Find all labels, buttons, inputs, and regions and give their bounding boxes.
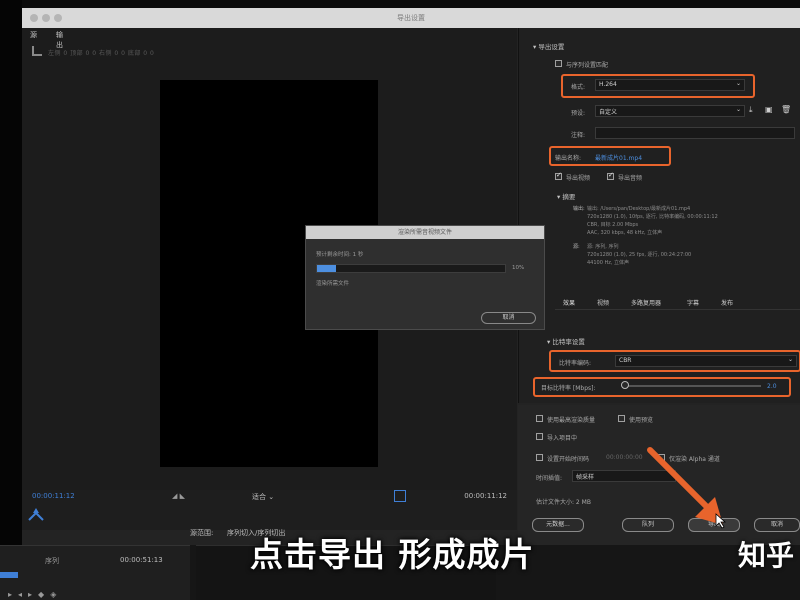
preset-dropdown[interactable]: 自定义 ⌄: [595, 105, 745, 117]
target-bitrate-value[interactable]: 2.0: [767, 383, 777, 390]
summary-heading: ▾ 摘要: [557, 193, 576, 201]
crop-toolbar: 左侧 0 顶部 0 0 右侧 0 0 底部 0 0: [30, 46, 510, 60]
settings-tabs: 效果 视频 多路复用器 字幕 发布: [555, 290, 800, 310]
render-progress-bar: [316, 264, 506, 273]
summary-output-line: 输出: /Users/pan/Desktop/最新成片01.mp4: [587, 206, 691, 212]
format-label: 格式:: [571, 84, 586, 91]
cancel-button[interactable]: 取消: [754, 518, 800, 532]
summary-source-key: 源:: [573, 244, 580, 250]
start-timecode-value[interactable]: 00:00:00:00: [606, 454, 643, 461]
dialog-cancel-button[interactable]: 取消: [481, 312, 536, 324]
tab-video[interactable]: 视频: [597, 298, 609, 307]
source-range-label: 源范围:: [190, 529, 214, 537]
summary-output-line: CBR, 目标 2.00 Mbps: [587, 222, 639, 228]
bitrate-section-title: 比特率设置: [552, 338, 585, 346]
render-status: 渲染所需文件: [316, 281, 350, 287]
render-progress-fill: [317, 265, 336, 272]
tab-captions[interactable]: 字幕: [687, 298, 699, 307]
chevron-down-icon: ⌄: [735, 106, 741, 113]
summary-title: 摘要: [562, 193, 576, 201]
tab-publish[interactable]: 发布: [721, 298, 733, 307]
summary-output-key: 输出:: [573, 206, 585, 212]
bitrate-heading: ▾ 比特率设置: [547, 338, 585, 346]
output-name-link[interactable]: 最新成片01.mp4: [595, 153, 642, 162]
tab-multiplexer[interactable]: 多路复用器: [631, 298, 661, 307]
export-settings-panel: ▾ 导出设置 与序列设置匹配 格式: H.264 ⌄ 预设: 自定义 ⌄ ⤓ ▣…: [518, 28, 800, 403]
use-previews-checkbox[interactable]: [618, 415, 625, 422]
title-bar: 导出设置: [22, 8, 800, 28]
max-render-quality-label: 使用最高渲染质量: [547, 417, 596, 424]
target-bitrate-label: 目标比特率 [Mbps]:: [541, 385, 596, 392]
chevron-down-icon: ⌄: [735, 80, 741, 87]
program-monitor-strip: 序列 00:00:51:13 ▸◂▸◆◈: [0, 545, 190, 600]
start-timecode-label: 设置开始时间码: [547, 456, 590, 463]
summary-output-line: AAC, 320 kbps, 48 kHz, 立体声: [587, 230, 663, 236]
metadata-button[interactable]: 元数据...: [532, 518, 584, 532]
current-time[interactable]: 00:00:11:12: [32, 492, 75, 500]
target-bitrate-slider[interactable]: [621, 381, 629, 389]
start-timecode-checkbox[interactable]: [536, 454, 543, 461]
comment-input[interactable]: [595, 127, 795, 139]
import-preset-icon[interactable]: ▣: [765, 105, 773, 114]
summary-source-line: 源: 序列, 序列: [587, 244, 619, 250]
preset-label: 预设:: [571, 110, 586, 117]
import-project-label: 导入项目中: [547, 435, 578, 442]
format-dropdown[interactable]: H.264 ⌄: [595, 79, 745, 91]
sequence-time: 00:00:51:13: [120, 556, 163, 564]
export-audio-label: 导出音频: [618, 175, 643, 182]
timeline-bar: [0, 572, 18, 578]
window-title: 导出设置: [397, 14, 425, 22]
fit-label: 适合: [252, 493, 266, 501]
playback-controls-icon[interactable]: ▸◂▸◆◈: [8, 590, 62, 599]
export-audio-checkbox[interactable]: [607, 171, 614, 180]
preview-timeline: 00:00:11:12 ◢ ◣ 适合 ⌄ 00:00:11:12 源范围: 序列…: [22, 490, 517, 537]
subtitle-caption: 点击导出 形成成片: [250, 535, 535, 574]
bitrate-encoding-value: CBR: [619, 357, 632, 364]
playhead-icon[interactable]: [394, 490, 406, 502]
comment-label: 注释:: [571, 132, 586, 139]
export-settings-heading: ▾ 导出设置: [533, 43, 565, 51]
match-sequence-label: 与序列设置匹配: [566, 62, 609, 69]
tab-source[interactable]: 源: [30, 30, 37, 40]
remaining-time: 预计剩余时间: 1 秒: [316, 252, 364, 258]
bitrate-encoding-dropdown[interactable]: CBR ⌄: [615, 355, 797, 367]
duration-time: 00:00:11:12: [464, 492, 507, 500]
output-name-label: 输出名称:: [555, 155, 582, 162]
max-render-quality-checkbox[interactable]: [536, 415, 543, 422]
match-sequence-checkbox[interactable]: [555, 60, 562, 67]
bitrate-encoding-label: 比特率编码:: [559, 360, 592, 367]
cursor-icon: [715, 513, 727, 529]
chevron-down-icon: ⌄: [787, 356, 793, 363]
import-project-checkbox[interactable]: [536, 433, 543, 440]
save-preset-icon[interactable]: ⤓: [749, 105, 753, 115]
summary-output-line: 720x1280 (1.0), 10fps, 逐行, 比特率编码, 00:00:…: [587, 214, 718, 220]
time-interp-value: 帧采样: [576, 474, 595, 481]
preset-value: 自定义: [599, 109, 618, 116]
fit-dropdown[interactable]: 适合 ⌄: [252, 492, 274, 502]
est-file-size: 估计文件大小: 2 MB: [536, 499, 591, 506]
sequence-label: 序列: [45, 557, 59, 565]
export-video-checkbox[interactable]: [555, 171, 562, 180]
render-percent: 10%: [512, 265, 525, 271]
use-previews-label: 使用预览: [629, 417, 654, 424]
delete-preset-icon[interactable]: 🗑: [781, 105, 791, 114]
left-panel-strip: [0, 0, 22, 545]
export-settings-title: 导出设置: [538, 43, 565, 51]
summary-source-line: 720x1280 (1.0), 25 fps, 逐行, 00:24:27:00: [587, 252, 692, 258]
format-value: H.264: [599, 81, 617, 88]
target-bitrate-track: [625, 385, 761, 387]
range-handle-icon[interactable]: [25, 506, 47, 522]
crop-icon[interactable]: [32, 46, 42, 56]
summary-source-line: 44100 Hz, 立体声: [587, 260, 630, 266]
dialog-title: 渲染所需音视频文件: [306, 226, 544, 239]
tab-effects[interactable]: 效果: [563, 298, 575, 307]
crop-values: 左侧 0 顶部 0 0 右侧 0 0 底部 0 0: [48, 50, 155, 57]
in-out-marker-icon[interactable]: ◢ ◣: [172, 492, 185, 500]
export-video-label: 导出视频: [566, 175, 591, 182]
watermark-text: 知乎: [738, 539, 795, 572]
time-interp-label: 时间插值:: [536, 475, 563, 482]
render-progress-dialog: 渲染所需音视频文件 预计剩余时间: 1 秒 10% 渲染所需文件 取消: [305, 225, 545, 330]
